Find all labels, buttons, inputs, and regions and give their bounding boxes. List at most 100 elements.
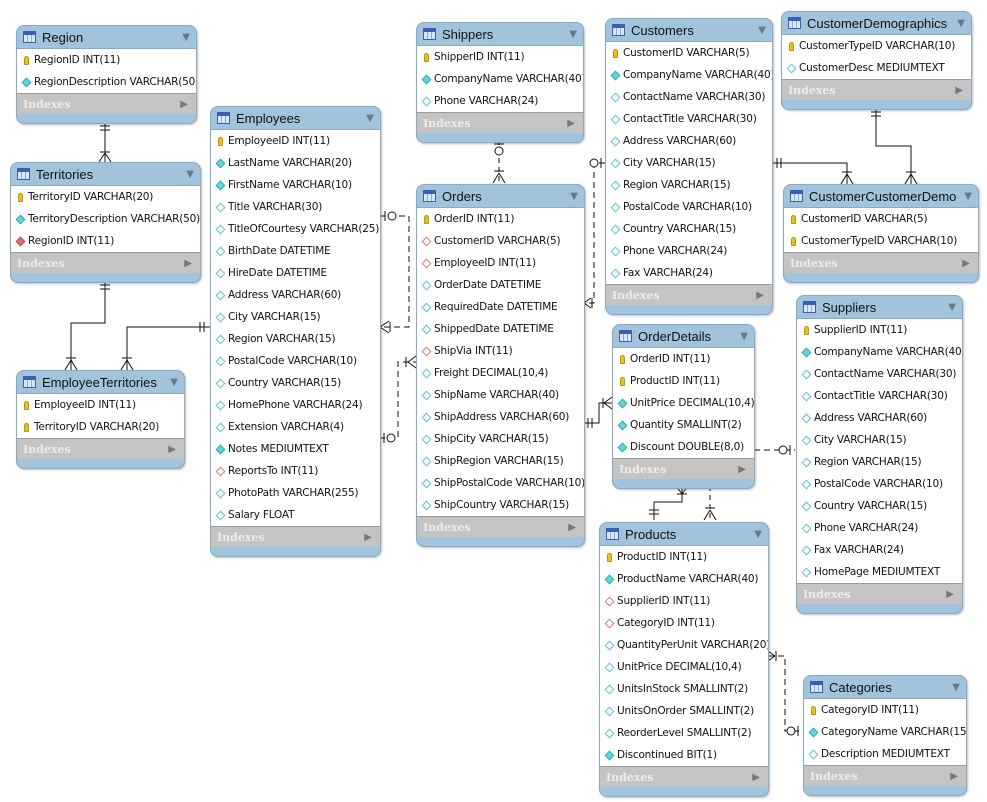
expand-arrow-icon[interactable]: ▶ bbox=[950, 771, 958, 782]
relationship-employees-orders[interactable] bbox=[379, 211, 410, 334]
column-row[interactable]: CustomerTypeID VARCHAR(10) bbox=[782, 35, 971, 57]
table-suppliers[interactable]: Suppliers ▼ SupplierID INT(11) CompanyName … bbox=[796, 295, 963, 614]
column-row[interactable]: CustomerID VARCHAR(5) bbox=[784, 208, 978, 230]
column-row[interactable]: Fax VARCHAR(24) bbox=[797, 539, 962, 561]
collapse-toggle-icon[interactable]: ▼ bbox=[186, 169, 194, 180]
column-row[interactable]: CustomerTypeID VARCHAR(10) bbox=[784, 230, 978, 252]
column-row[interactable]: Quantity SMALLINT(2) bbox=[613, 414, 754, 436]
collapse-toggle-icon[interactable]: ▼ bbox=[569, 29, 577, 40]
expand-arrow-icon[interactable]: ▶ bbox=[184, 258, 192, 269]
column-row[interactable]: PostalCode VARCHAR(10) bbox=[211, 350, 380, 372]
column-row[interactable]: SupplierID INT(11) bbox=[797, 319, 962, 341]
column-row[interactable]: Phone VARCHAR(24) bbox=[797, 517, 962, 539]
column-row[interactable]: ContactTitle VARCHAR(30) bbox=[606, 108, 772, 130]
column-row[interactable]: HireDate DATETIME bbox=[211, 262, 380, 284]
expand-arrow-icon[interactable]: ▶ bbox=[955, 85, 963, 96]
column-row[interactable]: ShipperID INT(11) bbox=[417, 46, 583, 68]
expand-arrow-icon[interactable]: ▶ bbox=[756, 290, 764, 301]
indexes-section[interactable]: Indexes ▶ bbox=[804, 766, 966, 786]
expand-arrow-icon[interactable]: ▶ bbox=[568, 522, 576, 533]
column-row[interactable]: Country VARCHAR(15) bbox=[606, 218, 772, 240]
column-row[interactable]: CustomerID VARCHAR(5) bbox=[606, 42, 772, 64]
column-row[interactable]: CategoryID INT(11) bbox=[600, 612, 768, 634]
column-row[interactable]: ContactTitle VARCHAR(30) bbox=[797, 385, 962, 407]
column-row[interactable]: City VARCHAR(15) bbox=[211, 306, 380, 328]
table-orderdetails[interactable]: OrderDetails ▼ OrderID INT(11) ProductID IN… bbox=[612, 324, 755, 489]
relationship-region-territories[interactable] bbox=[98, 121, 112, 163]
column-row[interactable]: CustomerID VARCHAR(5) bbox=[417, 230, 584, 252]
column-row[interactable]: Region VARCHAR(15) bbox=[606, 174, 772, 196]
expand-arrow-icon[interactable]: ▶ bbox=[946, 589, 954, 600]
column-row[interactable]: OrderID INT(11) bbox=[417, 208, 584, 230]
indexes-section[interactable]: Indexes ▶ bbox=[211, 527, 380, 547]
column-row[interactable]: ReportsTo INT(11) bbox=[211, 460, 380, 482]
indexes-section[interactable]: Indexes ▶ bbox=[11, 253, 200, 273]
collapse-toggle-icon[interactable]: ▼ bbox=[964, 191, 972, 202]
column-row[interactable]: HomePhone VARCHAR(24) bbox=[211, 394, 380, 416]
table-header[interactable]: Employees ▼ bbox=[211, 107, 380, 129]
indexes-section[interactable]: Indexes ▶ bbox=[600, 767, 768, 787]
column-row[interactable]: EmployeeID INT(11) bbox=[211, 130, 380, 152]
column-row[interactable]: Notes MEDIUMTEXT bbox=[211, 438, 380, 460]
expand-arrow-icon[interactable]: ▶ bbox=[962, 258, 970, 269]
column-row[interactable]: UnitsInStock SMALLINT(2) bbox=[600, 678, 768, 700]
column-row[interactable]: Freight DECIMAL(10,4) bbox=[417, 362, 584, 384]
column-row[interactable]: Address VARCHAR(60) bbox=[211, 284, 380, 306]
column-row[interactable]: EmployeeID INT(11) bbox=[417, 252, 584, 274]
column-row[interactable]: EmployeeID INT(11) bbox=[17, 394, 184, 416]
column-row[interactable]: ProductID INT(11) bbox=[600, 546, 768, 568]
column-row[interactable]: FirstName VARCHAR(10) bbox=[211, 174, 380, 196]
table-header[interactable]: Customers ▼ bbox=[606, 19, 772, 41]
column-row[interactable]: CompanyName VARCHAR(40) bbox=[417, 68, 583, 90]
column-row[interactable]: ContactName VARCHAR(30) bbox=[797, 363, 962, 385]
collapse-toggle-icon[interactable]: ▼ bbox=[570, 191, 578, 202]
column-row[interactable]: Address VARCHAR(60) bbox=[606, 130, 772, 152]
indexes-section[interactable]: Indexes ▶ bbox=[17, 439, 184, 459]
column-row[interactable]: ContactName VARCHAR(30) bbox=[606, 86, 772, 108]
indexes-section[interactable]: Indexes ▶ bbox=[17, 94, 196, 114]
table-categories[interactable]: Categories ▼ CategoryID INT(11) CategoryNam… bbox=[803, 675, 967, 796]
column-row[interactable]: ReorderLevel SMALLINT(2) bbox=[600, 722, 768, 744]
column-row[interactable]: TitleOfCourtesy VARCHAR(25) bbox=[211, 218, 380, 240]
expand-arrow-icon[interactable]: ▶ bbox=[168, 444, 176, 455]
column-row[interactable]: BirthDate DATETIME bbox=[211, 240, 380, 262]
relationship-customerdemographics-customercustomerdemo[interactable] bbox=[871, 108, 918, 185]
column-row[interactable]: TerritoryDescription VARCHAR(50) bbox=[11, 208, 200, 230]
expand-arrow-icon[interactable]: ▶ bbox=[738, 464, 746, 475]
column-row[interactable]: PhotoPath VARCHAR(255) bbox=[211, 482, 380, 504]
column-row[interactable]: PostalCode VARCHAR(10) bbox=[797, 473, 962, 495]
column-row[interactable]: Title VARCHAR(30) bbox=[211, 196, 380, 218]
column-row[interactable]: UnitPrice DECIMAL(10,4) bbox=[600, 656, 768, 678]
column-row[interactable]: Salary FLOAT bbox=[211, 504, 380, 526]
table-header[interactable]: CustomerDemographics ▼ bbox=[782, 12, 971, 34]
indexes-section[interactable]: Indexes ▶ bbox=[782, 80, 971, 100]
table-products[interactable]: Products ▼ ProductID INT(11) ProductName VA… bbox=[599, 522, 769, 797]
collapse-toggle-icon[interactable]: ▼ bbox=[952, 682, 960, 693]
table-header[interactable]: CustomerCustomerDemo ▼ bbox=[784, 185, 978, 207]
indexes-section[interactable]: Indexes ▶ bbox=[606, 285, 772, 305]
column-row[interactable]: TerritoryID VARCHAR(20) bbox=[17, 416, 184, 438]
collapse-toggle-icon[interactable]: ▼ bbox=[170, 377, 178, 388]
table-header[interactable]: Products ▼ bbox=[600, 523, 768, 545]
column-row[interactable]: Country VARCHAR(15) bbox=[797, 495, 962, 517]
column-row[interactable]: Discount DOUBLE(8,0) bbox=[613, 436, 754, 458]
relationship-shippers-orders[interactable] bbox=[492, 140, 506, 184]
column-row[interactable]: Phone VARCHAR(24) bbox=[606, 240, 772, 262]
column-row[interactable]: Address VARCHAR(60) bbox=[797, 407, 962, 429]
collapse-toggle-icon[interactable]: ▼ bbox=[758, 25, 766, 36]
column-row[interactable]: ShipVia INT(11) bbox=[417, 340, 584, 362]
table-header[interactable]: Region ▼ bbox=[17, 26, 196, 48]
table-customers[interactable]: Customers ▼ CustomerID VARCHAR(5) CompanyNa… bbox=[605, 18, 773, 315]
indexes-section[interactable]: Indexes ▶ bbox=[613, 459, 754, 479]
collapse-toggle-icon[interactable]: ▼ bbox=[957, 18, 965, 29]
column-row[interactable]: ShipName VARCHAR(40) bbox=[417, 384, 584, 406]
column-row[interactable]: TerritoryID VARCHAR(20) bbox=[11, 186, 200, 208]
table-header[interactable]: Categories ▼ bbox=[804, 676, 966, 698]
column-row[interactable]: ShipCity VARCHAR(15) bbox=[417, 428, 584, 450]
indexes-section[interactable]: Indexes ▶ bbox=[797, 584, 962, 604]
column-row[interactable]: Extension VARCHAR(4) bbox=[211, 416, 380, 438]
relationship-employees-reportsto[interactable] bbox=[379, 355, 417, 443]
collapse-toggle-icon[interactable]: ▼ bbox=[740, 331, 748, 342]
relationship-products-orderdetails[interactable] bbox=[649, 485, 689, 520]
column-row[interactable]: ProductName VARCHAR(40) bbox=[600, 568, 768, 590]
